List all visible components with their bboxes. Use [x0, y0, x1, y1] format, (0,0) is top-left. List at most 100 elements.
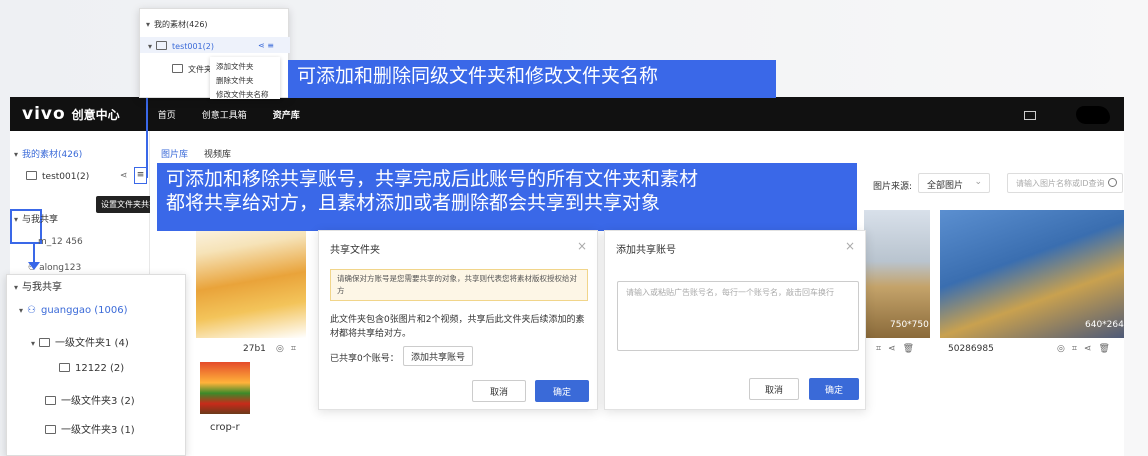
folder-menu-popup: ▾ 我的素材(426) ▾ test001(2) ⋖ ≡ 文件夹 添加文件夹 删除文… — [139, 8, 290, 99]
view-icon[interactable]: ◎ — [276, 344, 284, 354]
sidebar-shared-label: 与我共享 — [22, 215, 59, 225]
folder-icon — [39, 338, 51, 347]
folder-icon — [45, 396, 56, 405]
nav-home[interactable]: 首页 — [158, 108, 176, 121]
card-grass-dimensions: 750*750 — [890, 320, 929, 330]
share-folder-dialog: 共享文件夹 × 请确保对方账号是您需要共享的对象，共享则代表您将素材版权授权给对… — [318, 230, 598, 410]
search-input[interactable]: 请输入图片名称或ID查询 — [1007, 173, 1123, 193]
source-filter-label: 图片来源: — [873, 182, 913, 192]
tree-account[interactable]: ▾ ⚇ guanggao (1006) — [19, 305, 128, 316]
share-desc: 此文件夹包含0张图片和2个视频，共享后此文件夹后续添加的素材都将共享给对方。 — [330, 315, 585, 339]
folder-icon — [59, 363, 70, 372]
callout-share-line1: 可添加和移除共享账号，共享完成后此账号的所有文件夹和素材 — [166, 168, 699, 190]
main-nav: 首页 创意工具箱 资产库 — [158, 108, 300, 121]
card-image-leg[interactable] — [940, 210, 1124, 338]
sidebar-user-2-label: along123 — [39, 263, 82, 273]
tree-folder-3b-label: 一级文件夹3 (1) — [61, 425, 135, 436]
tree-account-label: guanggao (1006) — [40, 305, 128, 316]
popup-root-label: 我的素材(426) — [154, 20, 208, 29]
app-title: 创意中心 — [71, 107, 120, 122]
tree-header-label: 与我共享 — [22, 282, 63, 293]
nav-toolbox[interactable]: 创意工具箱 — [202, 108, 247, 121]
popup-root[interactable]: ▾ 我的素材(426) — [146, 19, 208, 30]
add-account-dialog: 添加共享账号 × 请输入或粘贴广告账号名，每行一个账号名，敲击回车换行 取消 确… — [604, 230, 866, 410]
mail-icon[interactable] — [1024, 110, 1036, 120]
card-flower-footer: 27b1 ◎ ⌗ — [196, 338, 306, 362]
folder-icon — [172, 64, 183, 73]
popup-child-label: 文件夹 — [188, 65, 212, 74]
share-icon[interactable]: ⋖ — [120, 171, 128, 181]
share-warning: 请确保对方账号是您需要共享的对象，共享则代表您将素材版权授权给对方 — [330, 269, 588, 301]
cancel-button[interactable]: 取消 — [472, 380, 526, 402]
search-icon[interactable] — [1108, 178, 1117, 187]
tree-sub-folder-label: 12122 (2) — [75, 363, 125, 374]
share-warning-text: 请确保对方账号是您需要共享的对象，共享则代表您将素材版权授权给对方 — [337, 274, 577, 295]
shared-count: 已共享0个账号： — [330, 354, 399, 364]
tree-folder-3[interactable]: 一级文件夹3 (2) — [45, 392, 135, 407]
tree-header[interactable]: ▾ 与我共享 — [14, 278, 62, 293]
menu-add-folder[interactable]: 添加文件夹 — [216, 60, 274, 74]
share-icon[interactable]: ⋖ — [1084, 344, 1092, 354]
folder-icon — [45, 425, 56, 434]
folder-icon — [26, 171, 37, 180]
card-leg-footer: 50286985 ◎ ⌗ ⋖ 🗑 — [940, 338, 1124, 362]
top-navigation-bar: vivo 创意中心 首页 创意工具箱 资产库 — [10, 97, 1124, 131]
ok-button[interactable]: 确定 — [535, 380, 589, 402]
crop-icon[interactable]: ⌗ — [1072, 344, 1077, 354]
sidebar-user-1[interactable]: m_12 456 — [38, 237, 83, 247]
close-icon[interactable]: × — [845, 239, 855, 253]
account-textarea[interactable]: 请输入或粘贴广告账号名，每行一个账号名，敲击回车换行 — [617, 281, 859, 351]
card-food-name: crop-r — [210, 422, 240, 433]
tree-folder-3-label: 一级文件夹3 (2) — [61, 396, 135, 407]
delete-icon[interactable]: 🗑 — [1098, 344, 1109, 354]
add-share-account-button[interactable]: 添加共享账号 — [403, 346, 473, 366]
sidebar-folder-label: test001(2) — [42, 172, 90, 182]
tree-folder-1-label: 一级文件夹1 (4) — [55, 338, 129, 349]
tree-sub-folder[interactable]: 12122 (2) — [59, 363, 124, 374]
sidebar-my-materials-label: 我的素材(426) — [22, 150, 83, 160]
search-placeholder: 请输入图片名称或ID查询 — [1016, 179, 1105, 188]
callout-share-line2: 都将共享给对方，且素材添加或者删除都会共享到共享对象 — [166, 192, 661, 214]
avatar[interactable] — [1076, 106, 1110, 124]
source-select[interactable]: 全部图片 ⌄ — [918, 173, 990, 193]
card-leg-dimensions: 640*264 — [1085, 320, 1124, 330]
close-icon[interactable]: × — [577, 239, 587, 253]
view-icon[interactable]: ◎ — [1057, 344, 1065, 354]
menu-rename-folder[interactable]: 修改文件夹名称 — [216, 88, 274, 102]
popup-child-folder[interactable]: 文件夹 — [172, 64, 212, 75]
popup-folder-label: test001(2) — [172, 42, 214, 51]
crop-icon[interactable]: ⌗ — [876, 344, 881, 354]
share-icon[interactable]: ⋖ — [888, 344, 896, 354]
sidebar-folder-test001[interactable]: test001(2) — [26, 171, 89, 182]
chevron-down-icon: ⌄ — [974, 177, 982, 187]
card-leg-name: 50286985 — [948, 344, 994, 354]
nav-asset-library[interactable]: 资产库 — [273, 108, 300, 121]
source-select-value: 全部图片 — [927, 181, 964, 191]
share-icon[interactable]: ⋖ ≡ — [258, 41, 274, 50]
connector-line-left — [33, 242, 35, 264]
card-image-grass[interactable] — [864, 210, 930, 338]
share-dialog-title: 共享文件夹 — [330, 245, 380, 256]
tree-folder-3b[interactable]: 一级文件夹3 (1) — [45, 421, 135, 436]
sidebar-shared-with-me[interactable]: ▾ 与我共享 — [14, 212, 58, 225]
popup-folder[interactable]: ▾ test001(2) — [148, 41, 214, 51]
account-textarea-placeholder: 请输入或粘贴广告账号名，每行一个账号名，敲击回车换行 — [626, 288, 834, 297]
card-image-food[interactable] — [200, 362, 250, 414]
shared-tree-popup: ▾ 与我共享 ▾ ⚇ guanggao (1006) ▾ 一级文件夹1 (4) 1212… — [6, 274, 186, 456]
cancel-button[interactable]: 取消 — [749, 378, 799, 400]
callout-share-ops: 可添加和移除共享账号，共享完成后此账号的所有文件夹和素材 都将共享给对方，且素材… — [157, 163, 857, 231]
menu-delete-folder[interactable]: 删除文件夹 — [216, 74, 274, 88]
brand-logo[interactable]: vivo — [22, 104, 66, 124]
sidebar-my-materials[interactable]: ▾ 我的素材(426) — [14, 147, 82, 160]
add-dialog-title: 添加共享账号 — [616, 245, 676, 256]
folder-icon — [156, 41, 168, 50]
crop-icon[interactable]: ⌗ — [291, 344, 296, 354]
card-flower-name: 27b1 — [243, 344, 266, 354]
tree-folder-1[interactable]: ▾ 一级文件夹1 (4) — [31, 334, 129, 349]
callout-folder-ops: 可添加和删除同级文件夹和修改文件夹名称 — [288, 60, 776, 98]
user-icon: ⚇ — [27, 305, 36, 316]
delete-icon[interactable]: 🗑 — [903, 344, 914, 354]
ok-button[interactable]: 确定 — [809, 378, 859, 400]
card-grass-footer: ⌗ ⋖ 🗑 — [864, 338, 930, 362]
arrow-down-icon — [28, 262, 40, 270]
